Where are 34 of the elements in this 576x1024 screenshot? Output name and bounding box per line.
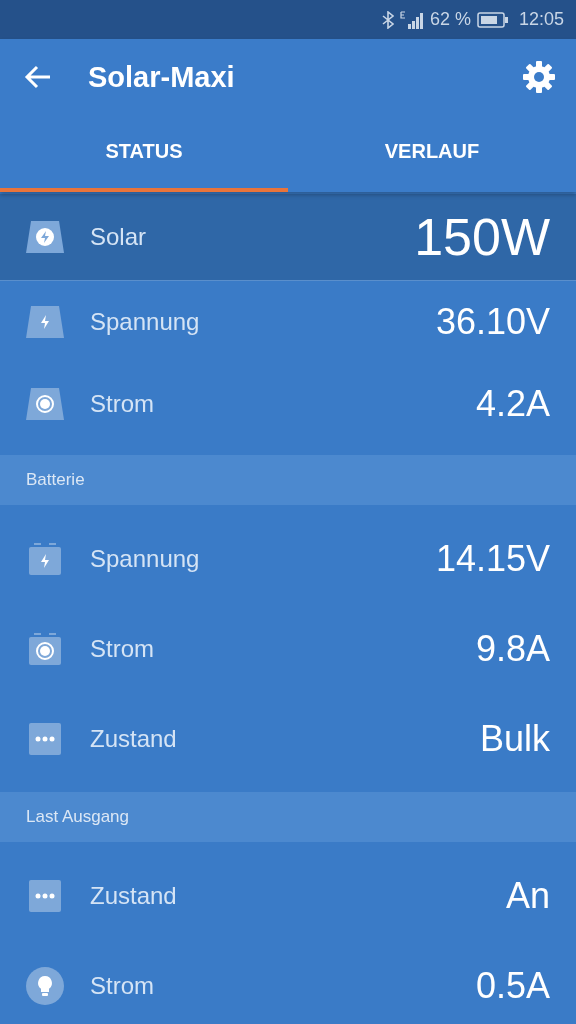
panel-bolt-icon	[26, 221, 64, 253]
tab[interactable]: VERLAUF	[288, 115, 576, 192]
back-arrow-icon[interactable]	[24, 65, 52, 89]
row-value: 9.8A	[475, 628, 550, 670]
clock: 12:05	[518, 9, 564, 30]
row-label: Spannung	[90, 308, 201, 336]
section-title: Last Ausgang	[26, 807, 130, 827]
row-label: Strom	[90, 390, 155, 418]
row-label: Spannung	[90, 545, 201, 573]
battery-icon	[476, 11, 509, 28]
dots-icon	[28, 723, 62, 755]
row-value: 0.5A	[475, 965, 550, 1007]
row-value: 4.2A	[475, 383, 550, 425]
lightbulb-icon	[26, 967, 64, 1005]
section-title: Batterie	[26, 470, 85, 490]
bluetooth-icon	[381, 10, 394, 29]
row-label: Strom	[90, 972, 155, 1000]
row-value: An	[505, 875, 550, 917]
row-label: Strom	[90, 635, 155, 663]
battery-bolt-icon	[27, 543, 63, 575]
settings-icon[interactable]	[522, 60, 556, 94]
row-value: Bulk	[479, 718, 550, 760]
battery-dot-icon	[27, 633, 63, 665]
row-value: 150W	[414, 207, 550, 267]
screen-title: Solar-Maxi	[88, 60, 236, 94]
row-value: 36.10V	[435, 301, 550, 343]
row-label: Solar	[90, 223, 148, 251]
row-label: Zustand	[90, 725, 178, 753]
battery-percent: 62 %	[429, 9, 471, 30]
row-label: Zustand	[90, 882, 178, 910]
dots-icon	[28, 880, 62, 912]
row-value: 14.15V	[435, 538, 550, 580]
signal-icon	[399, 10, 424, 29]
panel-bolt-icon	[26, 306, 64, 338]
